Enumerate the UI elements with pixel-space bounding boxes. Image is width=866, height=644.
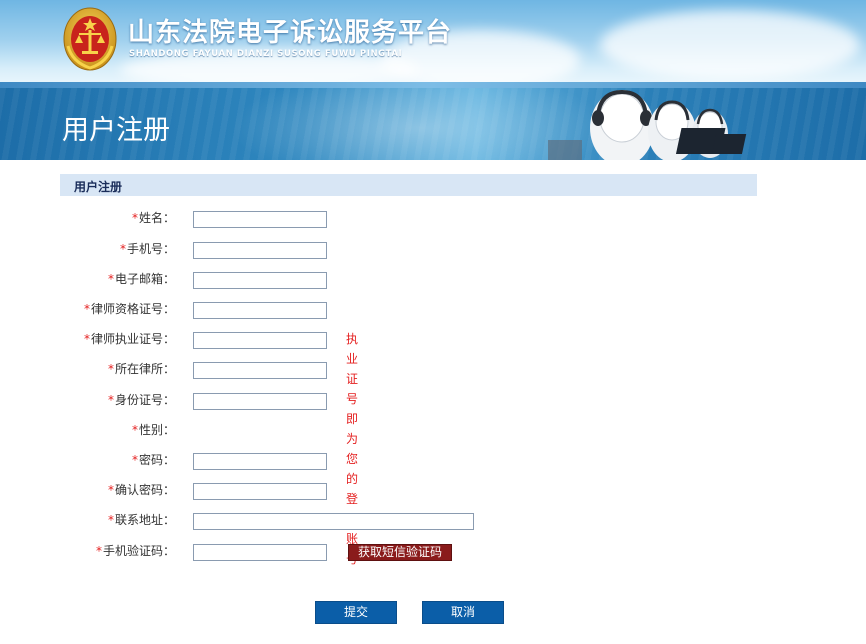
address-input[interactable] <box>193 513 474 530</box>
password-label: *密码： <box>0 450 175 470</box>
license-number-input[interactable] <box>193 332 327 349</box>
sms-code-label: *手机验证码： <box>0 541 175 561</box>
required-mark: * <box>131 423 138 437</box>
required-mark: * <box>119 242 126 256</box>
lawfirm-label: *所在律所： <box>0 359 175 379</box>
label-text: 律师执业证号： <box>90 332 175 346</box>
section-header: 用户注册 <box>60 174 757 196</box>
label-text: 手机号： <box>126 242 175 256</box>
required-mark: * <box>95 544 102 558</box>
section-title: 用户注册 <box>74 180 123 194</box>
phone-input[interactable] <box>193 242 327 259</box>
label-text: 姓名： <box>138 211 175 225</box>
required-mark: * <box>107 272 114 286</box>
label-text: 身份证号： <box>114 393 175 407</box>
license-label: *律师执业证号： <box>0 329 175 349</box>
email-input[interactable] <box>193 272 327 289</box>
cancel-button[interactable]: 取消 <box>422 601 504 624</box>
required-mark: * <box>107 483 114 497</box>
required-mark: * <box>107 362 114 376</box>
page-title: 用户注册 <box>62 115 170 146</box>
call-center-operators-icon <box>548 89 747 160</box>
idcard-input[interactable] <box>193 393 327 410</box>
required-mark: * <box>131 211 138 225</box>
address-label: *联系地址： <box>0 510 175 530</box>
site-title: 山东法院电子诉讼服务平台 <box>128 18 453 48</box>
label-text: 联系地址： <box>114 513 175 527</box>
idcard-label: *身份证号： <box>0 390 175 410</box>
required-mark: * <box>107 513 114 527</box>
password-input[interactable] <box>193 453 327 470</box>
required-mark: * <box>83 302 90 316</box>
required-mark: * <box>83 332 90 346</box>
license-hint: 执业证号即为您的登录账号 <box>346 332 359 566</box>
lawfirm-input[interactable] <box>193 362 327 379</box>
confirm-password-input[interactable] <box>193 483 327 500</box>
qualification-label: *律师资格证号： <box>0 299 175 319</box>
label-text: 确认密码： <box>114 483 175 497</box>
sms-code-input[interactable] <box>193 544 327 561</box>
qualification-number-input[interactable] <box>193 302 327 319</box>
label-text: 性别： <box>138 423 175 437</box>
header-cloud <box>600 10 860 80</box>
required-mark: * <box>107 393 114 407</box>
label-text: 所在律所： <box>114 362 175 376</box>
label-text: 电子邮箱： <box>114 272 175 286</box>
phone-label: *手机号： <box>0 239 175 259</box>
label-text: 律师资格证号： <box>90 302 175 316</box>
confirm-password-label: *确认密码： <box>0 480 175 500</box>
page-banner: 用户注册 <box>0 88 866 160</box>
required-mark: * <box>131 453 138 467</box>
get-sms-code-button[interactable]: 获取短信验证码 <box>348 544 452 561</box>
name-label: *姓名： <box>0 208 175 228</box>
gender-label: *性别： <box>0 420 175 440</box>
submit-button[interactable]: 提交 <box>315 601 397 624</box>
site-header: 山东法院电子诉讼服务平台 SHANDONG FAYUAN DIANZI SUSO… <box>0 0 866 88</box>
email-label: *电子邮箱： <box>0 269 175 289</box>
court-emblem-icon <box>63 7 117 71</box>
label-text: 密码： <box>138 453 175 467</box>
label-text: 手机验证码： <box>102 544 175 558</box>
site-subtitle: SHANDONG FAYUAN DIANZI SUSONG FUWU PINGT… <box>129 49 403 59</box>
name-input[interactable] <box>193 211 327 228</box>
